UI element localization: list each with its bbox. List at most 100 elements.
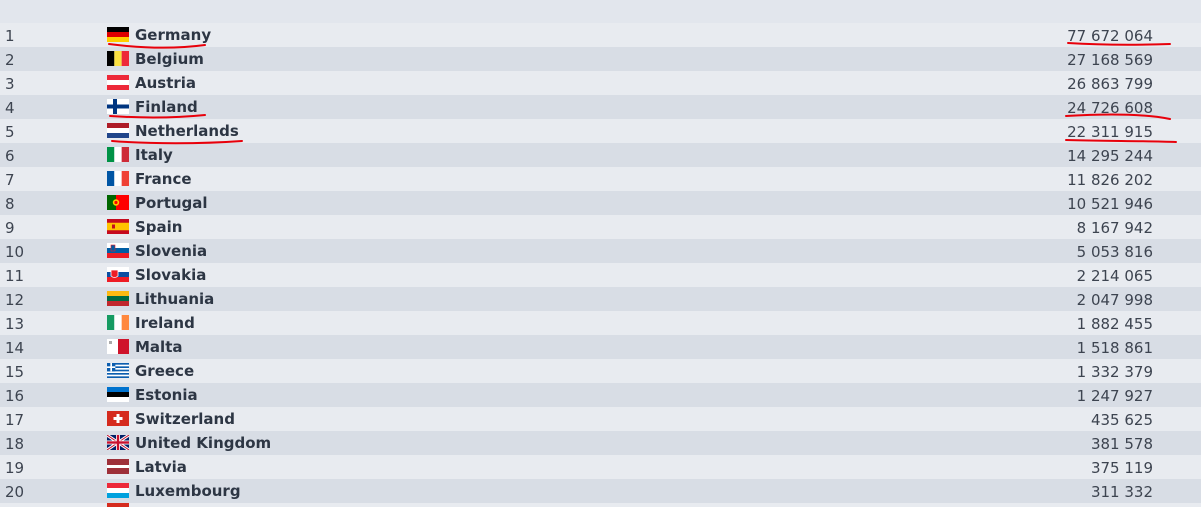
rank-cell: 6 <box>5 147 15 165</box>
france-flag-icon <box>107 171 129 186</box>
table-row[interactable]: 2 Belgium 27 168 569 <box>0 47 1201 71</box>
latvia-flag-icon <box>107 459 129 474</box>
rank-cell: 1 <box>5 27 15 45</box>
table-row[interactable]: 15 Greece 1 332 379 <box>0 359 1201 383</box>
value-cell: 14 295 244 <box>1067 147 1153 165</box>
table-row[interactable]: 7 France 11 826 202 <box>0 167 1201 191</box>
country-name[interactable]: Italy <box>135 146 173 164</box>
table-row[interactable]: 8 Portugal 10 521 946 <box>0 191 1201 215</box>
table-row[interactable]: 5 Netherlands 22 311 915 <box>0 119 1201 143</box>
spain-flag-icon <box>107 219 129 234</box>
country-name[interactable]: Estonia <box>135 386 198 404</box>
value-cell: 1 247 927 <box>1076 387 1153 405</box>
country-name[interactable]: Lithuania <box>135 290 214 308</box>
rank-cell: 5 <box>5 123 15 141</box>
value-cell: 77 672 064 <box>1067 27 1153 45</box>
table-row[interactable]: 4 Finland 24 726 608 <box>0 95 1201 119</box>
table-row[interactable]: 14 Malta 1 518 861 <box>0 335 1201 359</box>
table-header-band <box>0 0 1201 23</box>
belgium-flag-icon <box>107 51 129 66</box>
country-name[interactable]: Belgium <box>135 50 204 68</box>
value-cell: 2 047 998 <box>1076 291 1153 309</box>
country-name[interactable]: Slovenia <box>135 242 207 260</box>
table-row[interactable]: 19 Latvia 375 119 <box>0 455 1201 479</box>
table-row[interactable]: 10 Slovenia 5 053 816 <box>0 239 1201 263</box>
luxembourg-flag-icon <box>107 483 129 498</box>
value-cell: 375 119 <box>1090 459 1153 477</box>
rank-cell: 17 <box>5 411 25 429</box>
rank-cell: 4 <box>5 99 15 117</box>
table-row[interactable]: 9 Spain 8 167 942 <box>0 215 1201 239</box>
value-cell: 381 578 <box>1090 435 1153 453</box>
value-cell: 27 168 569 <box>1067 51 1153 69</box>
country-name[interactable]: Latvia <box>135 458 187 476</box>
country-name[interactable]: Austria <box>135 74 196 92</box>
country-name[interactable]: United Kingdom <box>135 434 271 452</box>
country-name[interactable]: Switzerland <box>135 410 235 428</box>
rank-cell: 8 <box>5 195 15 213</box>
finland-flag-icon <box>107 99 129 114</box>
country-name[interactable]: Netherlands <box>135 122 239 140</box>
country-name[interactable]: Malta <box>135 338 182 356</box>
rank-cell: 13 <box>5 315 25 333</box>
next-row-flag-fragment <box>107 503 129 507</box>
value-cell: 26 863 799 <box>1067 75 1153 93</box>
slovenia-flag-icon <box>107 243 129 258</box>
rank-cell: 15 <box>5 363 25 381</box>
slovakia-flag-icon <box>107 267 129 282</box>
country-name[interactable]: Spain <box>135 218 182 236</box>
rank-cell: 14 <box>5 339 25 357</box>
country-name[interactable]: France <box>135 170 192 188</box>
country-name[interactable]: Finland <box>135 98 198 116</box>
rank-cell: 12 <box>5 291 25 309</box>
value-cell: 311 332 <box>1090 483 1153 501</box>
rank-cell: 11 <box>5 267 25 285</box>
value-cell: 8 167 942 <box>1076 219 1153 237</box>
value-cell: 2 214 065 <box>1076 267 1153 285</box>
table-row[interactable]: 20 Luxembourg 311 332 <box>0 479 1201 503</box>
country-ranking-table: 1 Germany 77 672 064 2 Belgium 27 168 56… <box>0 23 1201 503</box>
country-name[interactable]: Greece <box>135 362 194 380</box>
table-row[interactable]: 11 Slovakia 2 214 065 <box>0 263 1201 287</box>
united-kingdom-flag-icon <box>107 435 129 450</box>
value-cell: 5 053 816 <box>1076 243 1153 261</box>
rank-cell: 2 <box>5 51 15 69</box>
value-cell: 10 521 946 <box>1067 195 1153 213</box>
table-row[interactable]: 13 Ireland 1 882 455 <box>0 311 1201 335</box>
italy-flag-icon <box>107 147 129 162</box>
value-cell: 435 625 <box>1090 411 1153 429</box>
table-row[interactable]: 17 Switzerland 435 625 <box>0 407 1201 431</box>
austria-flag-icon <box>107 75 129 90</box>
value-cell: 1 882 455 <box>1076 315 1153 333</box>
lithuania-flag-icon <box>107 291 129 306</box>
germany-flag-icon <box>107 27 129 42</box>
table-row[interactable]: 3 Austria 26 863 799 <box>0 71 1201 95</box>
rank-cell: 7 <box>5 171 15 189</box>
value-cell: 1 332 379 <box>1076 363 1153 381</box>
table-row[interactable]: 6 Italy 14 295 244 <box>0 143 1201 167</box>
netherlands-flag-icon <box>107 123 129 138</box>
country-name[interactable]: Ireland <box>135 314 195 332</box>
rank-cell: 18 <box>5 435 25 453</box>
rank-cell: 3 <box>5 75 15 93</box>
ireland-flag-icon <box>107 315 129 330</box>
value-cell: 22 311 915 <box>1067 123 1153 141</box>
rank-cell: 20 <box>5 483 25 501</box>
estonia-flag-icon <box>107 387 129 402</box>
table-row[interactable]: 16 Estonia 1 247 927 <box>0 383 1201 407</box>
table-row[interactable]: 18 United Kingdom 381 578 <box>0 431 1201 455</box>
country-name[interactable]: Germany <box>135 26 211 44</box>
table-row[interactable]: 12 Lithuania 2 047 998 <box>0 287 1201 311</box>
value-cell: 11 826 202 <box>1067 171 1153 189</box>
country-name[interactable]: Slovakia <box>135 266 206 284</box>
value-cell: 24 726 608 <box>1067 99 1153 117</box>
portugal-flag-icon <box>107 195 129 210</box>
country-name[interactable]: Portugal <box>135 194 208 212</box>
malta-flag-icon <box>107 339 129 354</box>
value-cell: 1 518 861 <box>1076 339 1153 357</box>
country-name[interactable]: Luxembourg <box>135 482 241 500</box>
rank-cell: 10 <box>5 243 25 261</box>
rank-cell: 19 <box>5 459 25 477</box>
rank-cell: 16 <box>5 387 25 405</box>
table-row[interactable]: 1 Germany 77 672 064 <box>0 23 1201 47</box>
